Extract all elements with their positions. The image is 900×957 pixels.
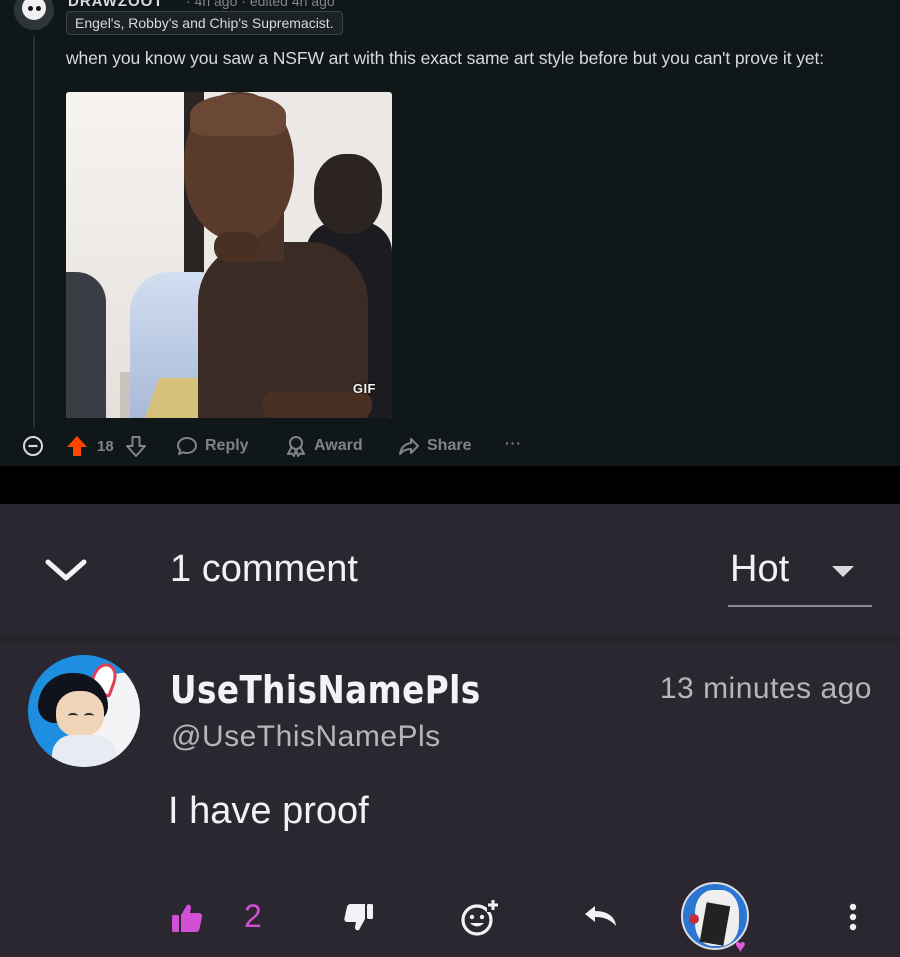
user-handle[interactable]: @UseThisNamePls <box>171 720 441 754</box>
sort-underline <box>728 605 872 607</box>
share-arrow-icon <box>399 438 419 455</box>
dropdown-caret-icon[interactable] <box>832 566 854 577</box>
collapse-button[interactable] <box>22 432 44 460</box>
award-ribbon-icon <box>287 436 305 457</box>
upvote-button[interactable] <box>66 432 88 460</box>
downvote-arrow-icon <box>126 436 146 457</box>
reply-action-bar: 2 ♥ <box>0 882 900 956</box>
user-flair: Engel's, Robby's and Chip's Supremacist. <box>66 11 343 35</box>
share-button[interactable]: Share <box>398 432 471 460</box>
gif-label: GIF <box>352 381 376 396</box>
reply-button[interactable]: Reply <box>176 432 249 460</box>
sort-dropdown[interactable]: Hot <box>730 548 789 591</box>
award-button[interactable]: Award <box>285 432 363 460</box>
share-label: Share <box>427 437 472 454</box>
award-label: Award <box>314 437 363 454</box>
vote-count: 18 <box>97 437 114 455</box>
thumbs-up-icon[interactable] <box>170 902 204 934</box>
comment-count: 1 comment <box>170 548 358 590</box>
minus-circle-icon <box>23 436 43 456</box>
reply-arrow-icon[interactable] <box>583 904 619 928</box>
comment-action-bar: 18 Reply Award Share ··· <box>0 432 900 460</box>
top-comment-text: when you know you saw a NSFW art with th… <box>66 48 825 68</box>
more-options-button[interactable]: ··· <box>505 429 522 457</box>
heart-icon: ♥ <box>735 936 746 956</box>
thread-line[interactable] <box>33 36 35 428</box>
top-comment-username[interactable]: DRAWZOOT <box>68 0 164 10</box>
vertical-dots-icon[interactable] <box>846 902 860 932</box>
avatar[interactable] <box>28 655 140 767</box>
speech-bubble-icon <box>177 437 197 455</box>
timestamp: 13 minutes ago <box>659 672 872 705</box>
comment-body: I have proof <box>168 790 369 832</box>
top-comment-avatar[interactable] <box>14 0 54 30</box>
downvote-button[interactable] <box>125 432 147 460</box>
display-name[interactable]: UseThisNamePls <box>170 668 481 712</box>
add-reaction-icon[interactable] <box>460 898 500 938</box>
like-count: 2 <box>244 898 262 934</box>
reply-label: Reply <box>205 437 249 454</box>
top-comment-meta: · 4h ago · edited 4h ago <box>186 0 335 9</box>
embedded-reddit-comment: DRAWZOOT · 4h ago · edited 4h ago Engel'… <box>0 0 900 466</box>
header-shadow <box>0 636 900 646</box>
thumbs-down-icon[interactable] <box>343 902 375 934</box>
chevron-down-icon[interactable] <box>42 552 90 588</box>
divider-band <box>0 466 900 504</box>
upvote-arrow-icon <box>67 436 87 456</box>
gif-image[interactable]: GIF <box>66 92 392 418</box>
